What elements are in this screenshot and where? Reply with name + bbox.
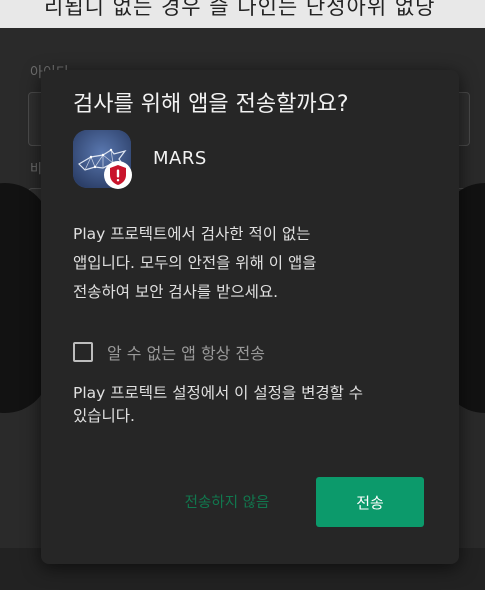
dialog-message-line: 전송하여 보안 검사를 받으세요. <box>73 283 279 301</box>
warning-shield-icon <box>103 160 133 190</box>
send-button[interactable]: 전송 <box>316 477 424 527</box>
dont-send-button[interactable]: 전송하지 않음 <box>167 482 287 520</box>
settings-note: Play 프로텍트 설정에서 이 설정을 변경할 수 있습니다. <box>73 382 433 428</box>
play-protect-dialog: 검사를 위해 앱을 전송할까요? MARS Play 프로텍트에서 검사한 적이… <box>41 70 459 564</box>
always-send-checkbox-label[interactable]: 알 수 없는 앱 항상 전송 <box>107 340 265 364</box>
app-name: MARS <box>153 148 207 169</box>
app-icon-group <box>73 130 133 190</box>
dialog-message: Play 프로텍트에서 검사한 적이 없는 앱입니다. 모두의 안전을 위해 이… <box>73 220 433 307</box>
background-top-banner: 리됩니 없는 경우 슬 다인는 단성아위 없당 <box>0 0 485 28</box>
dialog-message-line: 앱입니다. 모두의 안전을 위해 이 앱을 <box>73 254 317 272</box>
settings-note-line: Play 프로텍트 설정에서 이 설정을 변경할 수 <box>73 384 364 402</box>
always-send-checkbox[interactable] <box>73 342 93 362</box>
always-send-checkbox-row[interactable]: 알 수 없는 앱 항상 전송 <box>73 340 265 364</box>
dialog-message-line: Play 프로텍트에서 검사한 적이 없는 <box>73 225 311 243</box>
screen: 리됩니 없는 경우 슬 다인는 단성아위 없당 아이디 비 검사를 위해 앱을 … <box>0 0 485 590</box>
dialog-title: 검사를 위해 앱을 전송할까요? <box>73 92 349 117</box>
background-banner-text: 리됩니 없는 경우 슬 다인는 단성아위 없당 <box>44 0 436 19</box>
settings-note-line: 있습니다. <box>73 407 135 425</box>
